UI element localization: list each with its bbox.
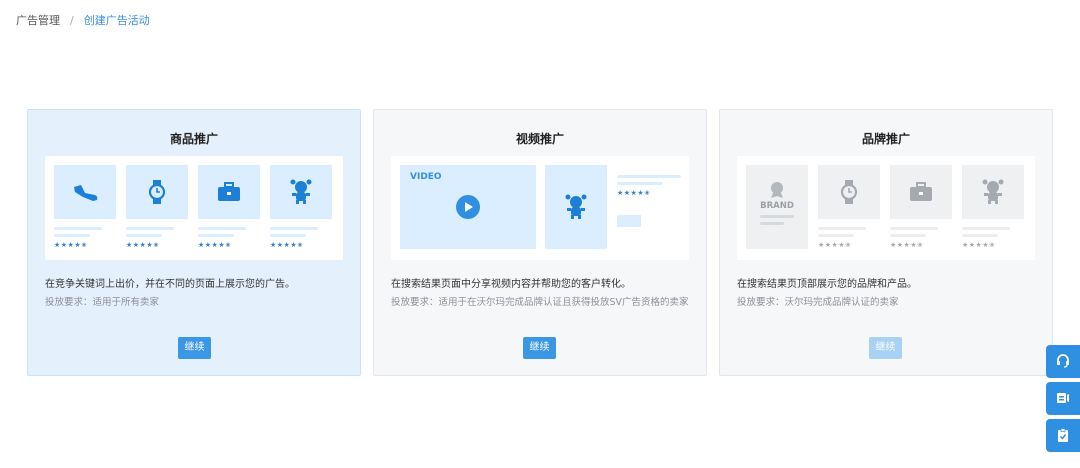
briefcase-icon [218, 182, 240, 201]
card-preview: ★★★★✬ ★★★★✬ ★★★★✬ ★★★★✬ [45, 156, 343, 260]
card-requirement: 投放要求：沃尔玛完成品牌认证的卖家 [737, 297, 899, 308]
rating-stars: ★★★★✬ [198, 241, 232, 249]
rating-stars: ★★★★✬ [617, 189, 651, 197]
product-tile [890, 165, 952, 219]
card-title: 视频推广 [515, 132, 564, 146]
clipboard-icon [1058, 428, 1068, 442]
rating-stars: ★★★★✬ [962, 241, 996, 249]
card-requirement: 投放要求：适用于在沃尔玛完成品牌认证且获得投放SV广告资格的卖家 [391, 297, 689, 308]
headset-icon [1057, 354, 1069, 368]
card-requirement: 投放要求：适用于所有卖家 [45, 297, 160, 308]
rating-stars: ★★★★✬ [890, 241, 924, 249]
card-preview: VIDEO ★★★★✬ [391, 156, 689, 260]
toy-icon [982, 179, 1004, 204]
briefcase-icon [910, 182, 932, 201]
brand-label: BRAND [760, 201, 794, 211]
shoe-icon [74, 185, 98, 201]
rating-stars: ★★★★✬ [54, 241, 88, 249]
product-tile [126, 165, 188, 219]
card-brand-promotion[interactable]: 品牌推广 BRAND ★★★★✬ ★★★★✬ ★★★★✬ 在搜索结果页顶部展示您… [719, 109, 1053, 376]
rating-stars: ★★★★✬ [270, 241, 304, 249]
card-preview: BRAND ★★★★✬ ★★★★✬ ★★★★✬ [737, 156, 1035, 260]
task-list-button[interactable] [1046, 419, 1080, 452]
brand-badge-icon [771, 182, 783, 198]
card-description: 在搜索结果页面中分享视频内容并帮助您的客户转化。 [391, 279, 631, 290]
breadcrumb-current: 创建广告活动 [83, 14, 150, 27]
product-tile [54, 165, 116, 219]
continue-button[interactable]: 继续 [523, 337, 556, 359]
play-icon [456, 195, 480, 219]
card-video-promotion[interactable]: 视频推广 VIDEO ★★★★✬ 在搜索结果页面中分享视频内容并帮助您的客户转化… [373, 109, 707, 376]
breadcrumb-separator: / [70, 13, 74, 27]
rating-stars: ★★★★✬ [126, 241, 160, 249]
watch-icon [148, 180, 166, 204]
rating-stars: ★★★★✬ [818, 241, 852, 249]
card-description: 在搜索结果页顶部展示您的品牌和产品。 [737, 279, 917, 290]
customer-service-button[interactable] [1046, 345, 1080, 378]
watch-icon [840, 180, 858, 204]
card-product-promotion[interactable]: 商品推广 ★★★★✬ ★★★★✬ ★★★★✬ ★★★★✬ 在竞争关键词上出价，并… [27, 109, 361, 376]
continue-button: 继续 [869, 337, 902, 359]
continue-button[interactable]: 继续 [178, 337, 211, 359]
card-title: 商品推广 [169, 132, 218, 146]
product-tile [270, 165, 332, 219]
breadcrumb: 广告管理 / 创建广告活动 [16, 12, 150, 28]
toy-icon [565, 194, 587, 219]
card-title: 品牌推广 [861, 132, 910, 146]
message-icon [1057, 393, 1069, 403]
product-tile [962, 165, 1024, 219]
message-button[interactable] [1046, 382, 1080, 415]
video-thumbnail: VIDEO [400, 165, 536, 249]
product-tile [545, 165, 607, 249]
toy-icon [290, 179, 312, 204]
breadcrumb-root[interactable]: 广告管理 [16, 12, 60, 28]
card-description: 在竞争关键词上出价，并在不同的页面上展示您的广告。 [45, 279, 295, 290]
video-label: VIDEO [410, 172, 442, 182]
product-tile [198, 165, 260, 219]
brand-tile: BRAND [746, 165, 808, 249]
product-tile [818, 165, 880, 219]
